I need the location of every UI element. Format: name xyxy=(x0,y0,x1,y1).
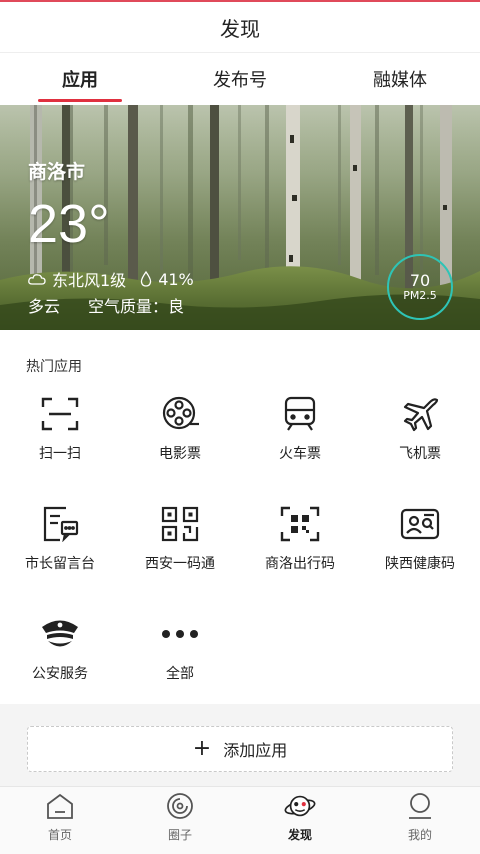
user-icon xyxy=(404,791,436,821)
app-label: 飞机票 xyxy=(399,446,441,462)
active-tab-indicator xyxy=(38,99,122,102)
weather-condition: 多云 xyxy=(28,297,61,316)
circle-icon xyxy=(164,791,196,821)
app-label: 火车票 xyxy=(279,446,321,462)
app-xian-code[interactable]: 西安一码通 xyxy=(120,504,240,584)
pm25-badge: 70 PM2.5 xyxy=(387,254,453,320)
police-cap-icon xyxy=(38,614,82,654)
nav-circle[interactable]: 圈子 xyxy=(120,791,240,851)
airplane-icon xyxy=(398,394,442,434)
app-label: 陕西健康码 xyxy=(385,556,455,572)
app-train-tickets[interactable]: 火车票 xyxy=(240,394,360,474)
tab-media[interactable]: 融媒体 xyxy=(320,53,480,105)
planet-icon xyxy=(284,791,316,821)
app-mayor-message[interactable]: 市长留言台 xyxy=(0,504,120,584)
pm25-value: 70 xyxy=(409,270,431,290)
app-label: 电影票 xyxy=(159,446,201,462)
more-dots-icon xyxy=(158,614,202,654)
home-icon xyxy=(44,791,76,821)
scan-icon xyxy=(38,394,82,434)
app-label: 全部 xyxy=(166,666,194,682)
app-shangluo-travel-code[interactable]: 商洛出行码 xyxy=(240,504,360,584)
city-name: 商洛市 xyxy=(28,161,86,183)
app-label: 商洛出行码 xyxy=(265,556,335,572)
air-quality: 空气质量：良 xyxy=(88,297,185,316)
bottom-nav: 首页 圈子 发现 我的 xyxy=(0,786,480,854)
app-flight-tickets[interactable]: 飞机票 xyxy=(360,394,480,474)
app-shaanxi-health-code[interactable]: 陕西健康码 xyxy=(360,504,480,584)
add-app-label: 添加应用 xyxy=(223,741,288,760)
train-icon xyxy=(278,394,322,434)
qr-code-icon xyxy=(158,504,202,544)
nav-home[interactable]: 首页 xyxy=(0,791,120,851)
message-board-icon xyxy=(38,504,82,544)
condition-row: 多云 空气质量：良 xyxy=(28,293,184,317)
app-label: 西安一码通 xyxy=(145,556,215,572)
weather-card[interactable]: 商洛市 23° 东北风1级 41% 多云 空气质量：良 70 PM2.5 xyxy=(0,105,480,330)
nav-mine[interactable]: 我的 xyxy=(360,791,480,851)
wind-text: 东北风1级 xyxy=(52,271,127,290)
app-label: 公安服务 xyxy=(32,666,88,682)
app-label: 扫一扫 xyxy=(39,446,81,462)
health-code-icon xyxy=(398,504,442,544)
humidity-drop-icon xyxy=(140,271,152,287)
nav-label: 首页 xyxy=(47,828,72,842)
cloud-icon xyxy=(28,273,46,285)
tab-bar: 应用 发布号 融媒体 xyxy=(0,53,480,105)
humidity-text: 41% xyxy=(158,269,194,289)
hot-apps-title: 热门应用 xyxy=(26,359,82,375)
pm25-label: PM2.5 xyxy=(403,289,437,303)
wind-humidity-row: 东北风1级 41% xyxy=(28,267,194,291)
nav-label: 发现 xyxy=(287,828,312,842)
nav-discover[interactable]: 发现 xyxy=(240,791,360,851)
film-reel-icon xyxy=(158,394,202,434)
plus-icon: + xyxy=(192,736,212,761)
tab-publishers[interactable]: 发布号 xyxy=(160,53,320,105)
app-all[interactable]: 全部 xyxy=(120,614,240,694)
page-title: 发现 xyxy=(0,2,480,53)
tab-apps[interactable]: 应用 xyxy=(0,53,160,105)
app-movie-tickets[interactable]: 电影票 xyxy=(120,394,240,474)
travel-code-icon xyxy=(278,504,322,544)
temperature: 23° xyxy=(28,194,110,254)
add-app-button[interactable]: + 添加应用 xyxy=(27,726,453,772)
app-label: 市长留言台 xyxy=(25,556,95,572)
app-scan[interactable]: 扫一扫 xyxy=(0,394,120,474)
nav-label: 我的 xyxy=(407,828,432,842)
nav-label: 圈子 xyxy=(167,828,192,842)
app-police-service[interactable]: 公安服务 xyxy=(0,614,120,694)
